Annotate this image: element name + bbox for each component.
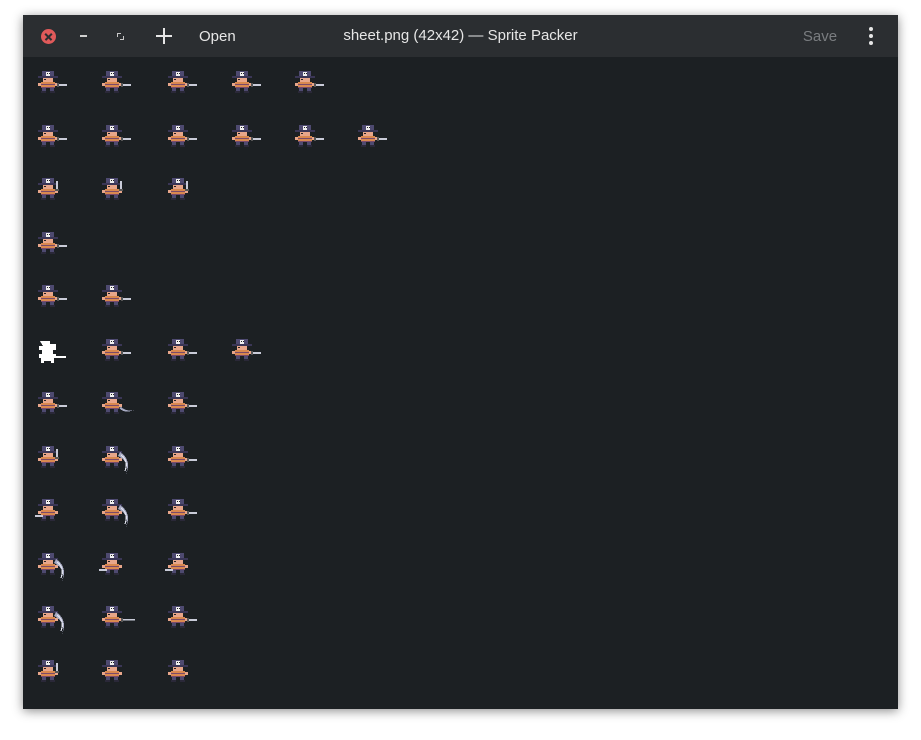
sprite-frame[interactable]	[95, 654, 137, 696]
sprite-frame[interactable]	[31, 333, 73, 375]
sprite-frame[interactable]	[95, 172, 137, 214]
sprite-frame[interactable]	[351, 119, 393, 161]
sprite-frame[interactable]	[31, 226, 73, 268]
sprite-frame[interactable]	[161, 547, 203, 589]
sprite-frame[interactable]	[95, 333, 137, 375]
sprite-frame[interactable]	[161, 65, 203, 107]
sprite-frame[interactable]	[161, 333, 203, 375]
sprite-frame[interactable]	[161, 440, 203, 482]
sprite-frame[interactable]	[161, 600, 203, 642]
sprite-frame[interactable]	[31, 65, 73, 107]
sprite-frame[interactable]	[225, 333, 267, 375]
sprite-frame[interactable]	[95, 279, 137, 321]
sprite-frame[interactable]	[95, 547, 137, 589]
sprite-frame[interactable]	[31, 386, 73, 428]
sprite-frame[interactable]	[31, 279, 73, 321]
sprite-frame[interactable]	[161, 119, 203, 161]
sprite-frame[interactable]	[95, 119, 137, 161]
sprite-frame[interactable]	[161, 654, 203, 696]
open-button[interactable]: Open	[193, 15, 242, 57]
kebab-menu-icon	[869, 27, 873, 31]
close-button[interactable]	[37, 15, 59, 57]
sprite-frame[interactable]	[95, 440, 137, 482]
sprite-frame[interactable]	[95, 386, 137, 428]
add-button[interactable]	[151, 15, 177, 57]
sprite-frame[interactable]	[31, 493, 73, 535]
sprite-frame[interactable]	[288, 119, 330, 161]
sprite-frame[interactable]	[31, 654, 73, 696]
sprite-frame[interactable]	[161, 386, 203, 428]
menu-button[interactable]	[861, 15, 881, 57]
sprite-frame[interactable]	[31, 119, 73, 161]
sprite-frame[interactable]	[31, 440, 73, 482]
sprite-frame[interactable]	[161, 172, 203, 214]
maximize-icon	[116, 32, 124, 40]
plus-icon	[156, 28, 172, 44]
title-bar[interactable]: Open sheet.png (42x42) — Sprite Packer S…	[23, 15, 898, 57]
sprite-frame[interactable]	[95, 600, 137, 642]
close-icon	[40, 28, 56, 44]
sprite-frame[interactable]	[31, 172, 73, 214]
minimize-icon	[79, 35, 87, 37]
save-button[interactable]: Save	[797, 15, 843, 57]
maximize-button[interactable]	[112, 15, 128, 57]
sprite-frame[interactable]	[288, 65, 330, 107]
sprite-frame[interactable]	[95, 493, 137, 535]
sprite-frame[interactable]	[161, 493, 203, 535]
sprite-frame[interactable]	[95, 65, 137, 107]
sprite-frame[interactable]	[31, 547, 73, 589]
sprite-packer-window: Open sheet.png (42x42) — Sprite Packer S…	[23, 15, 898, 709]
sprite-frame[interactable]	[225, 119, 267, 161]
sprite-frame[interactable]	[225, 65, 267, 107]
minimize-button[interactable]	[75, 15, 91, 57]
sprite-sheet-canvas[interactable]	[23, 57, 898, 709]
sprite-frame[interactable]	[31, 600, 73, 642]
